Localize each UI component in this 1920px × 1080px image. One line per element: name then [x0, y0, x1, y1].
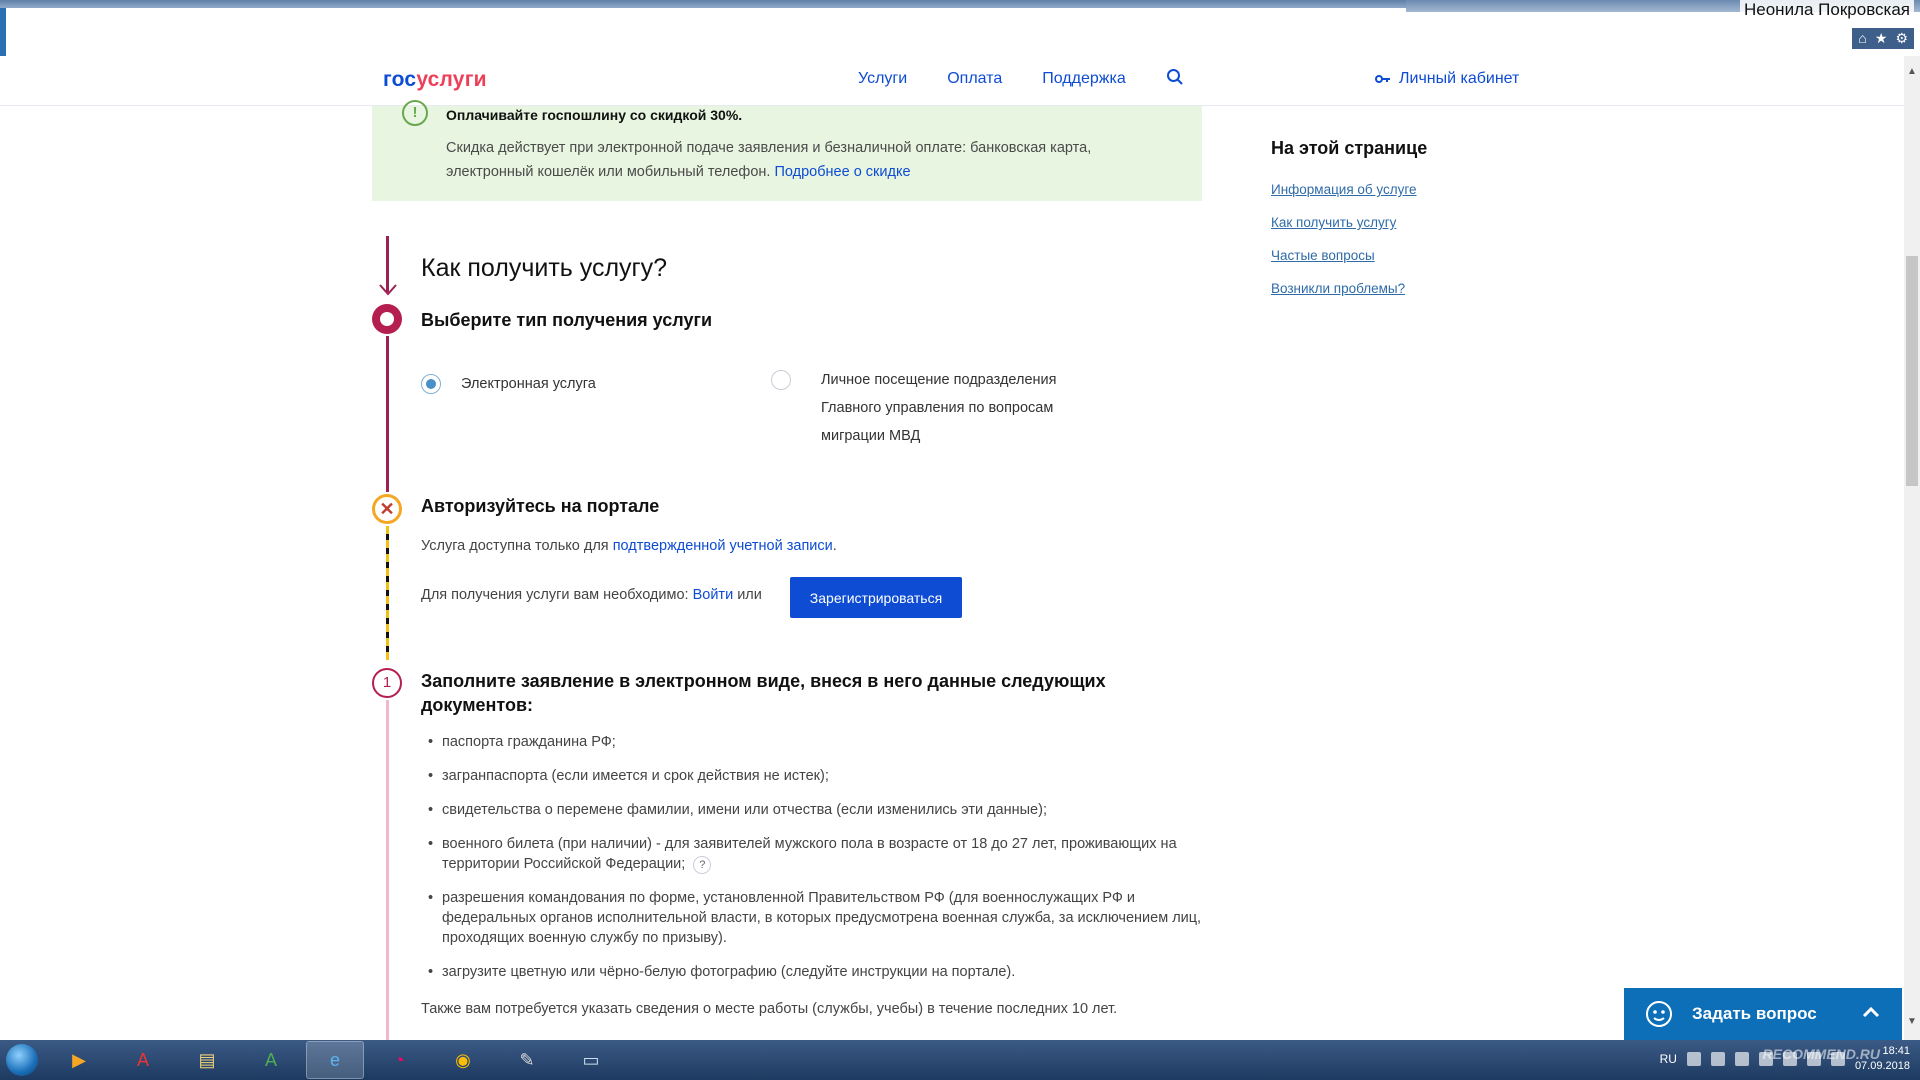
option-electronic[interactable]: Электронная услуга	[421, 370, 596, 398]
step3-number-marker: 1	[372, 668, 402, 698]
search-icon[interactable]	[1166, 68, 1184, 86]
list-item: загранпаспорта (если имеется и срок дейс…	[428, 766, 1203, 786]
step1-marker	[372, 304, 402, 334]
paint-app-icon[interactable]: ✎	[498, 1041, 556, 1079]
picasa-icon[interactable]: ◔	[370, 1041, 428, 1079]
option-personal-visit[interactable]: Личное посещение подразделения Главного …	[771, 370, 1081, 450]
step2-need-label: Для получения услуги вам необходимо:	[421, 587, 689, 603]
link-faq[interactable]: Частые вопросы	[1271, 248, 1417, 263]
ask-question-label: Задать вопрос	[1692, 1004, 1817, 1023]
start-button[interactable]	[0, 1040, 44, 1080]
home-icon[interactable]: ⌂	[1858, 30, 1866, 47]
nav-link-payment[interactable]: Оплата	[947, 70, 1002, 88]
timeline-line-step1	[386, 336, 389, 492]
notice-title: Оплачивайте госпошлину со скидкой 30%.	[446, 107, 743, 123]
language-indicator[interactable]: RU	[1660, 1052, 1677, 1066]
nav-link-services[interactable]: Услуги	[858, 70, 907, 88]
step2-text: Услуга доступна только для подтвержденно…	[421, 538, 837, 554]
internet-explorer-icon[interactable]: e	[306, 1041, 364, 1079]
on-this-page-title: На этой странице	[1271, 138, 1428, 158]
step2-or: или	[737, 587, 762, 603]
help-icon[interactable]: ?	[693, 856, 712, 874]
discount-notice: ! Оплачивайте госпошлину со скидкой 30%.…	[372, 100, 1202, 201]
spreadsheet-app-icon[interactable]: A	[242, 1041, 300, 1079]
link-problems[interactable]: Возникли проблемы?	[1271, 281, 1417, 296]
list-item: разрешения командования по форме, устано…	[428, 888, 1203, 948]
tray-skype-icon[interactable]	[1710, 1052, 1725, 1066]
chevron-up-icon[interactable]	[1862, 1004, 1880, 1022]
star-icon[interactable]: ★	[1875, 30, 1888, 47]
documents-list: паспорта гражданина РФ; загранпаспорта (…	[428, 732, 1203, 996]
windows-logo-icon	[6, 1044, 38, 1076]
main-nav: Услуги Оплата Поддержка	[858, 70, 1126, 88]
acrobat-icon[interactable]: A	[114, 1041, 172, 1079]
step2-text-start: Услуга доступна только для	[421, 538, 609, 554]
logo-part-uslugi: услуги	[416, 68, 487, 91]
on-this-page-links: Информация об услуге Как получить услугу…	[1271, 182, 1417, 314]
step2-text-end: .	[832, 538, 837, 554]
timeline-line-step2	[386, 526, 389, 660]
step2-need-text: Для получения услуги вам необходимо: Вой…	[421, 587, 762, 603]
page-scrollbar[interactable]: ▲ ▼	[1904, 56, 1920, 1040]
how-to-get-title: Как получить услугу?	[421, 254, 668, 282]
step1-title: Выберите тип получения услуги	[421, 310, 713, 330]
work-history-note: Также вам потребуется указать сведения о…	[421, 1001, 1118, 1017]
window-app-icon[interactable]: ▭	[562, 1041, 620, 1079]
link-how-to-get[interactable]: Как получить услугу	[1271, 215, 1417, 230]
arrow-down-icon	[379, 284, 397, 296]
chrome-icon[interactable]: ◉	[434, 1041, 492, 1079]
register-button[interactable]: Зарегистрироваться	[790, 577, 962, 618]
radio-electronic[interactable]	[421, 374, 441, 394]
gear-icon[interactable]: ⚙	[1895, 30, 1908, 47]
personal-cabinet-link[interactable]: Личный кабинет	[1375, 70, 1519, 88]
robot-chat-icon	[1646, 1001, 1672, 1027]
link-service-info[interactable]: Информация об услуге	[1271, 182, 1417, 197]
media-player-icon[interactable]: ▶	[50, 1041, 108, 1079]
browser-tab-strip	[0, 0, 1406, 8]
tray-pen-icon[interactable]	[1686, 1052, 1701, 1066]
step2-error-marker: ✕	[372, 494, 402, 524]
browser-user-name: Неонила Покровская	[1740, 0, 1914, 20]
scrollbar-thumb[interactable]	[1906, 256, 1918, 486]
personal-cabinet-label: Личный кабинет	[1399, 70, 1520, 87]
list-item: военного билета (при наличии) - для заяв…	[428, 834, 1203, 874]
option-personal-visit-label: Личное посещение подразделения Главного …	[821, 372, 1057, 444]
list-item: паспорта гражданина РФ;	[428, 732, 1203, 752]
step2-title: Авторизуйтесь на портале	[421, 496, 660, 516]
exclamation-icon: !	[402, 100, 428, 126]
radio-personal-visit[interactable]	[771, 370, 791, 390]
notice-text: Скидка действует при электронной подаче …	[446, 136, 1146, 184]
list-item: загрузите цветную или чёрно-белую фотогр…	[428, 962, 1203, 982]
browser-toolbar-icons: ⌂ ★ ⚙	[1852, 28, 1914, 49]
gosuslugi-logo[interactable]: госуслуги	[383, 68, 487, 92]
step3-title: Заполните заявление в электронном виде, …	[421, 671, 1106, 715]
ask-question-widget[interactable]: Задать вопрос	[1624, 988, 1902, 1040]
site-header: госуслуги Услуги Оплата Поддержка Личный…	[0, 56, 1904, 106]
discount-details-link[interactable]: Подробнее о скидке	[774, 164, 910, 180]
login-link[interactable]: Войти	[693, 587, 734, 603]
notice-body: Скидка действует при электронной подаче …	[446, 140, 1092, 180]
scroll-up-icon[interactable]: ▲	[1904, 66, 1920, 78]
tray-printer-icon[interactable]	[1734, 1052, 1749, 1066]
scroll-down-icon[interactable]: ▼	[1904, 1016, 1920, 1028]
list-item: свидетельства о перемене фамилии, имени …	[428, 800, 1203, 820]
confirmed-account-link[interactable]: подтвержденной учетной записи	[613, 538, 833, 554]
watermark: RECOMMEND.RU	[1762, 1046, 1880, 1062]
timeline-line-step3	[386, 700, 389, 1040]
windows-taskbar: ▶ A ▤ A e ◔ ◉ ✎ ▭ RU 18:41 07.09.2018	[0, 1040, 1920, 1080]
key-icon	[1375, 75, 1390, 83]
nav-link-support[interactable]: Поддержка	[1042, 70, 1125, 88]
option-electronic-label: Электронная услуга	[461, 376, 596, 392]
browser-left-edge	[0, 8, 6, 56]
logo-part-gos: гос	[383, 68, 417, 91]
browser-chrome: Неонила Покровская ⌂ ★ ⚙	[0, 0, 1920, 56]
military-id-text: военного билета (при наличии) - для заяв…	[442, 836, 1177, 872]
file-explorer-icon[interactable]: ▤	[178, 1041, 236, 1079]
